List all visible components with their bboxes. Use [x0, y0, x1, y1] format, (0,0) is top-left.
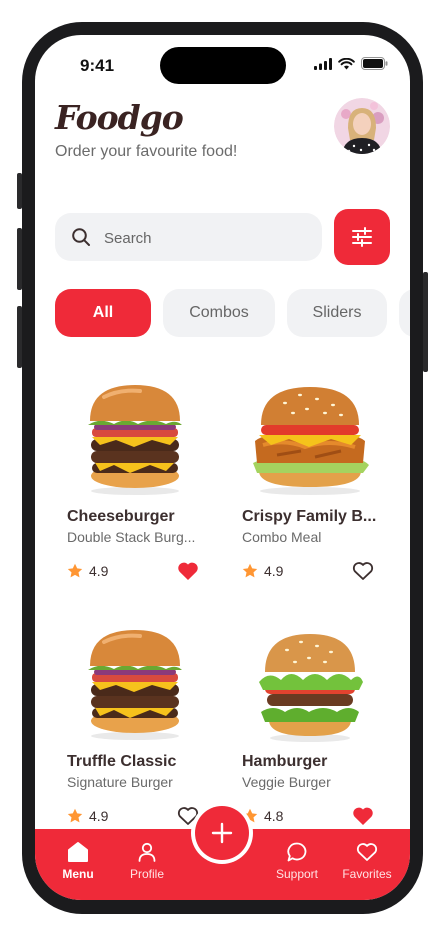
nav-item-support[interactable]: Support: [262, 841, 332, 881]
food-card[interactable]: Crispy Family B... Combo Meal 4.9: [230, 379, 390, 604]
search-icon: [72, 228, 90, 246]
food-description: Veggie Burger: [242, 774, 331, 790]
heart-outline-icon: [356, 843, 378, 861]
burger-image: [88, 630, 182, 740]
heart-filled-icon[interactable]: [177, 561, 199, 581]
add-button[interactable]: [195, 806, 249, 860]
food-description: Signature Burger: [67, 774, 173, 790]
food-card[interactable]: Hamburger Veggie Burger 4.8: [230, 624, 390, 849]
food-name: Truffle Classic: [67, 753, 177, 770]
food-description: Combo Meal: [242, 529, 322, 545]
category-chip-all[interactable]: All: [55, 289, 151, 337]
search-bar: [55, 213, 322, 263]
signal-icon: [314, 57, 332, 70]
food-name: Crispy Family B...: [242, 508, 377, 525]
status-icons: [314, 57, 388, 70]
food-card[interactable]: Truffle Classic Signature Burger 4.9: [55, 624, 215, 849]
category-chip-sliders[interactable]: Sliders: [287, 289, 387, 337]
nav-label-favorites: Favorites: [342, 867, 392, 881]
power-button: [423, 272, 428, 372]
nav-item-profile[interactable]: Profile: [112, 841, 182, 881]
volume-down-button: [17, 306, 22, 368]
food-name: Hamburger: [242, 753, 328, 770]
plus-icon: [211, 822, 233, 844]
star-icon: [67, 563, 83, 578]
nav-label-menu: Menu: [62, 867, 94, 881]
heart-filled-icon[interactable]: [352, 806, 374, 826]
volume-up-button: [17, 228, 22, 290]
rating-value: 4.9: [264, 563, 284, 579]
category-chip-combos[interactable]: Combos: [163, 289, 275, 337]
food-card[interactable]: Cheeseburger Double Stack Burg... 4.9: [55, 379, 215, 604]
category-tabs: All Combos Sliders: [55, 289, 410, 337]
nav-label-profile: Profile: [129, 867, 164, 881]
rating-value: 4.9: [89, 563, 109, 579]
app-screen: 9:41 Foodgo Order your favourite food! S…: [35, 35, 410, 900]
filter-sliders-icon: [352, 227, 372, 247]
dynamic-island: [160, 47, 286, 84]
brand-logo: Foodgo: [55, 98, 184, 137]
category-chip-more[interactable]: [399, 289, 410, 337]
food-name: Cheeseburger: [67, 508, 175, 525]
rating-value: 4.8: [264, 808, 284, 824]
food-rating: 4.9: [67, 563, 108, 579]
star-icon: [242, 563, 258, 578]
star-icon: [67, 808, 83, 823]
rating-value: 4.9: [89, 808, 109, 824]
filter-button[interactable]: [334, 209, 390, 265]
profile-icon: [138, 842, 156, 862]
burger-image: [259, 634, 363, 742]
nav-item-favorites[interactable]: Favorites: [332, 841, 402, 881]
food-rating: 4.9: [242, 563, 283, 579]
burger-image: [253, 387, 369, 495]
mute-switch: [17, 173, 22, 209]
page-subtitle: Order your favourite food!: [55, 143, 238, 160]
chat-bubble-icon: [287, 842, 307, 862]
nav-item-menu[interactable]: Menu: [43, 841, 113, 881]
food-description: Double Stack Burg...: [67, 529, 196, 545]
nav-label-support: Support: [275, 867, 319, 881]
heart-outline-icon[interactable]: [352, 561, 374, 581]
battery-icon: [361, 57, 388, 70]
wifi-icon: [338, 57, 355, 69]
status-time: 9:41: [80, 56, 115, 75]
search-input[interactable]: [102, 213, 316, 263]
burger-image: [88, 385, 182, 495]
food-rating: 4.9: [67, 808, 108, 824]
avatar[interactable]: [334, 98, 390, 154]
home-icon: [68, 842, 88, 862]
